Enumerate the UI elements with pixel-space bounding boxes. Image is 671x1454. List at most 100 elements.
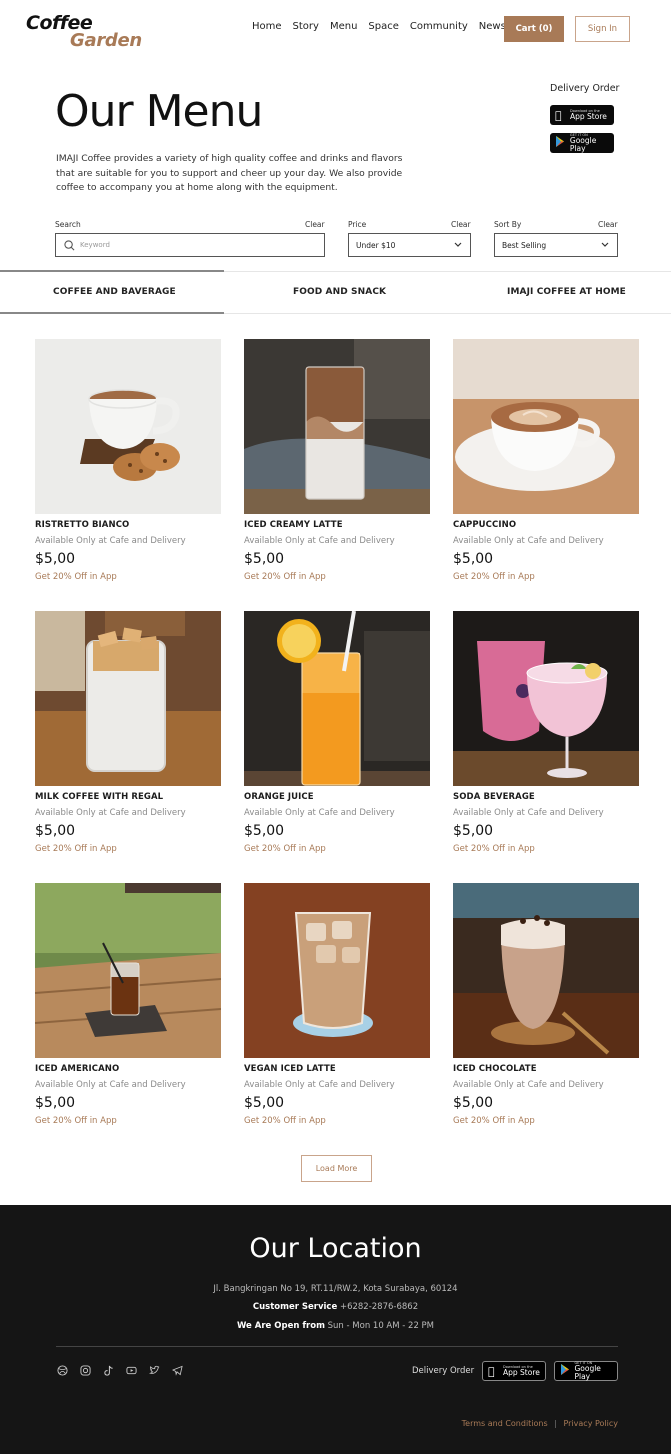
play-icon (555, 136, 567, 150)
product-promo[interactable]: Get 20% Off in App (453, 572, 639, 582)
main-nav: Home Story Menu Space Community News (252, 21, 517, 32)
product-image[interactable] (35, 883, 221, 1058)
price-select[interactable]: Under $10 (348, 233, 471, 257)
price-clear[interactable]: Clear (451, 220, 471, 229)
product-card[interactable]: ICED CREAMY LATTE Available Only at Cafe… (244, 339, 430, 582)
product-availability: Available Only at Cafe and Delivery (453, 808, 604, 818)
product-promo[interactable]: Get 20% Off in App (453, 1116, 639, 1126)
footer-address: Jl. Bangkringan No 19, RT.11/RW.2, Kota … (213, 1284, 458, 1294)
privacy-link[interactable]: Privacy Policy (563, 1419, 618, 1428)
intro-text: IMAJI Coffee provides a variety of high … (56, 153, 403, 193)
product-image[interactable] (453, 883, 639, 1058)
nav-home[interactable]: Home (252, 21, 282, 32)
product-availability: Available Only at Cafe and Delivery (35, 1080, 186, 1090)
play-icon (560, 1364, 571, 1378)
nav-space[interactable]: Space (368, 21, 398, 32)
product-name: SODA BEVERAGE (453, 792, 535, 802)
product-promo[interactable]: Get 20% Off in App (35, 1116, 221, 1126)
product-image[interactable] (453, 611, 639, 786)
product-card[interactable]: ICED AMERICANO Available Only at Cafe an… (35, 883, 221, 1126)
product-promo[interactable]: Get 20% Off in App (35, 844, 221, 854)
footer-google-play-badge[interactable]: GET IT ON Google Play (554, 1361, 618, 1381)
cart-button[interactable]: Cart (0) (504, 16, 564, 42)
search-clear[interactable]: Clear (305, 220, 325, 229)
product-price: $5,00 (244, 551, 285, 567)
product-image[interactable] (244, 611, 430, 786)
nav-story[interactable]: Story (293, 21, 319, 32)
product-card[interactable]: VEGAN ICED LATTE Available Only at Cafe … (244, 883, 430, 1126)
chevron-down-icon (601, 242, 609, 247)
instagram-icon[interactable] (79, 1364, 91, 1376)
product-promo[interactable]: Get 20% Off in App (244, 844, 430, 854)
product-promo[interactable]: Get 20% Off in App (453, 844, 639, 854)
sort-clear[interactable]: Clear (598, 220, 618, 229)
apple-icon:  (555, 109, 567, 122)
nav-menu[interactable]: Menu (330, 21, 357, 32)
product-image[interactable] (35, 611, 221, 786)
opening-hours-label: We Are Open from (236, 1321, 325, 1331)
product-card[interactable]: ICED CHOCOLATE Available Only at Cafe an… (453, 883, 639, 1126)
product-price: $5,00 (35, 823, 76, 839)
search-input[interactable]: Keyword (55, 233, 325, 257)
customer-service: Customer Service +6282-2876-6862 (0, 1302, 671, 1312)
product-card[interactable]: RISTRETTO BIANCO Available Only at Cafe … (35, 339, 221, 582)
google-play-big: Google Play (569, 136, 597, 153)
google-play-badge[interactable]: GET IT ON Google Play (550, 133, 614, 153)
product-price: $5,00 (453, 1095, 494, 1111)
product-name: ICED CHOCOLATE (453, 1064, 537, 1074)
twitter-icon[interactable] (148, 1364, 160, 1376)
product-image[interactable] (453, 339, 639, 514)
tab-food-and-snack[interactable]: FOOD AND SNACK (293, 287, 386, 297)
search-icon (64, 239, 75, 250)
product-availability: Available Only at Cafe and Delivery (453, 536, 604, 546)
app-store-big: App Store (503, 1368, 540, 1377)
product-availability: Available Only at Cafe and Delivery (35, 808, 186, 818)
product-price: $5,00 (244, 823, 285, 839)
load-more-button[interactable]: Load More (301, 1155, 372, 1182)
product-price: $5,00 (244, 1095, 285, 1111)
google-play-big: Google Play (574, 1364, 601, 1381)
product-promo[interactable]: Get 20% Off in App (244, 1116, 430, 1126)
app-store-big: App Store (570, 112, 607, 121)
customer-service-label: Customer Service (252, 1302, 338, 1312)
opening-hours-value: Sun - Mon 10 AM - 22 PM (327, 1321, 435, 1331)
sort-label: Sort By (494, 220, 522, 229)
product-card[interactable]: CAPPUCCINO Available Only at Cafe and De… (453, 339, 639, 582)
product-price: $5,00 (453, 823, 494, 839)
product-promo[interactable]: Get 20% Off in App (35, 572, 221, 582)
search-placeholder: Keyword (80, 241, 110, 249)
search-label: Search (55, 220, 81, 229)
sort-select[interactable]: Best Selling (494, 233, 618, 257)
nav-news[interactable]: News (479, 21, 506, 32)
app-store-badge[interactable]:  Download on the App Store (550, 105, 614, 125)
product-name: ICED CREAMY LATTE (244, 520, 343, 530)
footer-divider (56, 1346, 618, 1347)
product-image[interactable] (35, 339, 221, 514)
product-name: ICED AMERICANO (35, 1064, 120, 1074)
youtube-icon[interactable] (125, 1364, 137, 1376)
product-price: $5,00 (35, 551, 76, 567)
terms-link[interactable]: Terms and Conditions (462, 1419, 548, 1428)
product-card[interactable]: ORANGE JUICE Available Only at Cafe and … (244, 611, 430, 854)
product-availability: Available Only at Cafe and Delivery (244, 1080, 395, 1090)
customer-service-phone[interactable]: +6282-2876-6862 (340, 1302, 418, 1312)
product-card[interactable]: MILK COFFEE WITH REGAL Available Only at… (35, 611, 221, 854)
tiktok-icon[interactable] (102, 1364, 114, 1376)
site-footer: Our Location Jl. Bangkringan No 19, RT.1… (0, 1205, 671, 1454)
product-name: CAPPUCCINO (453, 520, 517, 530)
sign-in-button[interactable]: Sign In (575, 16, 630, 42)
telegram-icon[interactable] (171, 1364, 183, 1376)
product-image[interactable] (244, 883, 430, 1058)
page-title: Our Menu (55, 86, 263, 137)
logo-line2[interactable]: Garden (70, 30, 142, 51)
dribbble-icon[interactable] (56, 1364, 68, 1376)
product-card[interactable]: SODA BEVERAGE Available Only at Cafe and… (453, 611, 639, 854)
footer-app-store-badge[interactable]:  Download on the App Store (482, 1361, 546, 1381)
nav-community[interactable]: Community (410, 21, 468, 32)
product-promo[interactable]: Get 20% Off in App (244, 572, 430, 582)
footer-links: Terms and Conditions | Privacy Policy (462, 1419, 618, 1428)
product-image[interactable] (244, 339, 430, 514)
tab-coffee-and-baverage[interactable]: COFFEE AND BAVERAGE (53, 287, 176, 297)
tab-imaji-coffee-at-home[interactable]: IMAJI COFFEE AT HOME (507, 287, 626, 297)
product-price: $5,00 (453, 551, 494, 567)
